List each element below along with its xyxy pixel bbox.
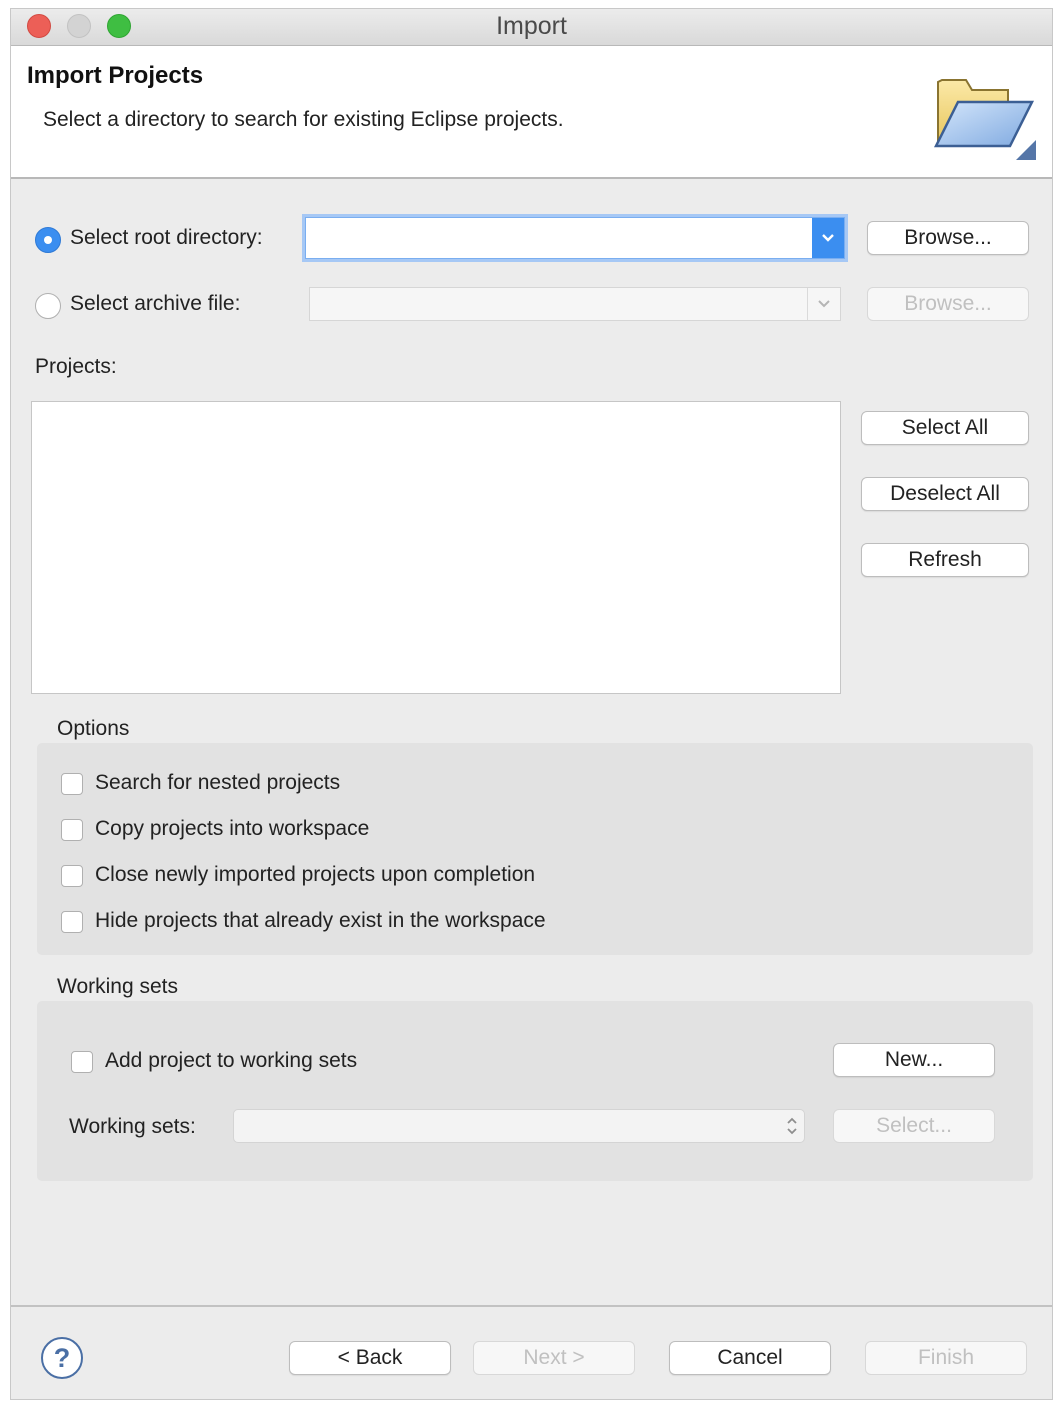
finish-button[interactable]: Finish <box>865 1341 1027 1375</box>
next-button[interactable]: Next > <box>473 1341 635 1375</box>
select-working-sets-button[interactable]: Select... <box>833 1109 995 1143</box>
add-to-working-sets-label: Add project to working sets <box>105 1049 358 1072</box>
import-dialog: Import Import Projects Select a director… <box>10 8 1053 1400</box>
archive-file-radio[interactable] <box>35 293 61 319</box>
wizard-banner: Import Projects Select a directory to se… <box>11 46 1052 179</box>
back-button[interactable]: < Back <box>289 1341 451 1375</box>
select-all-button[interactable]: Select All <box>861 411 1029 445</box>
projects-list[interactable] <box>31 401 841 694</box>
working-sets-popup[interactable] <box>233 1109 805 1143</box>
search-nested-label: Search for nested projects <box>95 771 341 794</box>
root-browse-button[interactable]: Browse... <box>867 221 1029 255</box>
hide-existing-checkbox[interactable] <box>61 911 83 933</box>
projects-label: Projects: <box>35 355 117 378</box>
working-sets-group <box>37 1001 1033 1181</box>
copy-into-workspace-label: Copy projects into workspace <box>95 817 370 840</box>
refresh-button[interactable]: Refresh <box>861 543 1029 577</box>
page-title: Import Projects <box>27 62 204 89</box>
close-imported-checkbox[interactable] <box>61 865 83 887</box>
working-sets-label: Working sets: <box>69 1115 196 1138</box>
root-directory-label: Select root directory: <box>70 226 263 249</box>
copy-into-workspace-checkbox[interactable] <box>61 819 83 841</box>
title-bar[interactable]: Import <box>11 9 1052 46</box>
archive-file-combo[interactable] <box>309 287 841 321</box>
chevron-down-icon[interactable] <box>812 218 844 258</box>
window-title: Import <box>496 12 567 40</box>
cancel-button[interactable]: Cancel <box>669 1341 831 1375</box>
page-description: Select a directory to search for existin… <box>43 108 564 131</box>
add-to-working-sets-checkbox[interactable] <box>71 1051 93 1073</box>
hide-existing-label: Hide projects that already exist in the … <box>95 909 546 932</box>
footer-divider <box>11 1305 1052 1307</box>
chevron-down-icon[interactable] <box>807 288 840 320</box>
folder-icon <box>933 79 1036 160</box>
options-title: Options <box>57 717 130 740</box>
archive-browse-button[interactable]: Browse... <box>867 287 1029 321</box>
archive-file-label: Select archive file: <box>70 292 241 315</box>
help-icon[interactable]: ? <box>41 1337 83 1379</box>
root-directory-combo[interactable] <box>305 217 845 259</box>
new-working-set-button[interactable]: New... <box>833 1043 995 1077</box>
root-directory-radio[interactable] <box>35 227 61 253</box>
working-sets-title: Working sets <box>57 975 178 998</box>
deselect-all-button[interactable]: Deselect All <box>861 477 1029 511</box>
search-nested-checkbox[interactable] <box>61 773 83 795</box>
up-down-chevron-icon <box>787 1117 797 1135</box>
close-imported-label: Close newly imported projects upon compl… <box>95 863 536 886</box>
